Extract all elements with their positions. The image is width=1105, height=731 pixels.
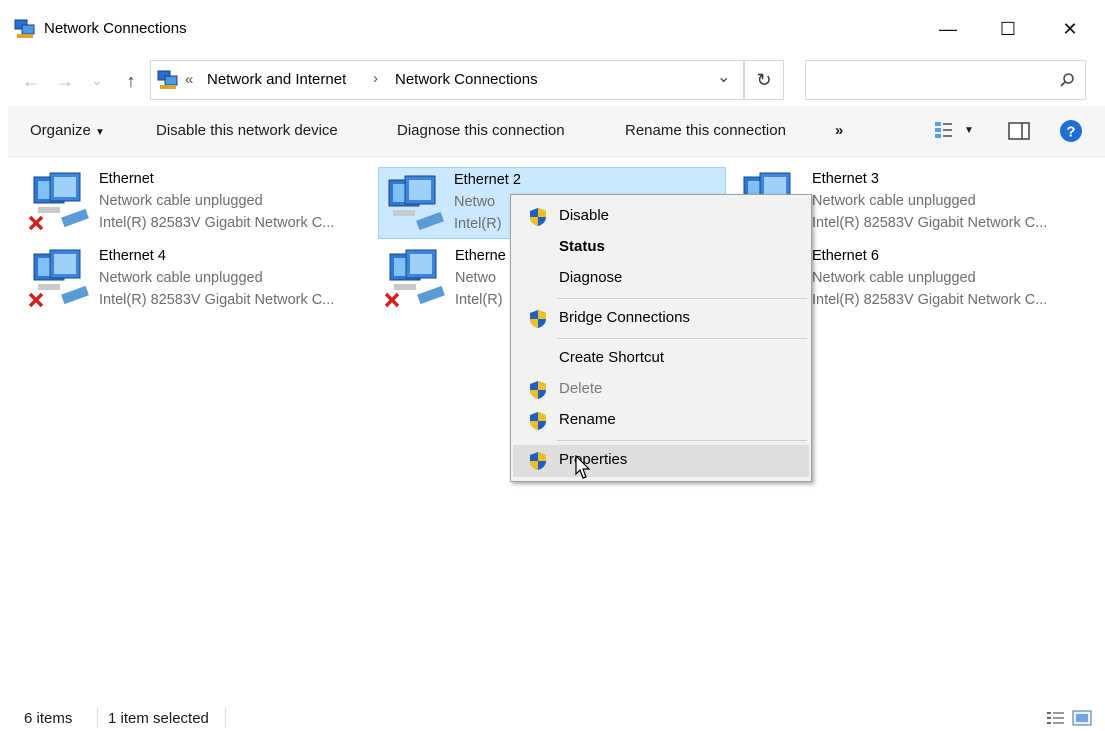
connection-name: Ethernet 4 — [99, 248, 166, 264]
menu-item-label: Delete — [559, 380, 603, 397]
error-x-icon — [384, 292, 400, 308]
connection-name: Ethernet 2 — [454, 172, 521, 188]
refresh-button[interactable]: ↻ — [744, 60, 784, 100]
search-box[interactable] — [805, 60, 1086, 100]
menu-item-rename[interactable]: Rename — [513, 405, 809, 435]
close-button[interactable]: ✕ — [1050, 12, 1090, 46]
menu-item-delete[interactable]: Delete — [513, 374, 809, 404]
connection-name: Etherne — [455, 248, 506, 264]
connection-name: Ethernet 6 — [812, 248, 879, 264]
menu-item-diagnose[interactable]: Diagnose — [513, 263, 809, 293]
error-x-icon — [28, 215, 44, 231]
forward-button[interactable]: → — [54, 68, 76, 94]
view-options-dropdown-icon[interactable]: ▼ — [964, 125, 974, 136]
error-x-icon — [28, 292, 44, 308]
context-menu: Disable Status Diagnose Bridge Connectio… — [510, 194, 812, 482]
svg-text:?: ? — [1066, 124, 1075, 141]
menu-item-label: Status — [559, 238, 605, 255]
connection-status: Network cable unplugged — [812, 193, 976, 209]
uac-shield-icon — [530, 310, 546, 328]
organize-label: Organize — [30, 122, 91, 139]
menu-item-label: Create Shortcut — [559, 349, 665, 366]
address-row: ← → ⌄ ↑ « Network and Internet › Network… — [8, 58, 1105, 104]
window-title: Network Connections — [44, 20, 187, 37]
breadcrumb-network-connections[interactable]: Network Connections — [395, 71, 538, 88]
network-connections-window: Network Connections — ☐ ✕ ← → ⌄ ↑ « Netw… — [8, 0, 1105, 731]
address-dropdown-icon[interactable]: ⌄ — [717, 67, 730, 87]
selection-count: 1 item selected — [108, 710, 209, 727]
control-panel-icon — [157, 70, 178, 89]
menu-separator — [557, 338, 807, 339]
connection-adapter: Intel(R) 82583V Gigabit Network C... — [812, 292, 1048, 308]
minimize-button[interactable]: — — [928, 12, 968, 46]
breadcrumb-separator-icon[interactable]: › — [373, 70, 378, 87]
connection-name: Ethernet 3 — [812, 171, 879, 187]
uac-shield-icon — [530, 452, 546, 470]
breadcrumb-network-and-internet[interactable]: Network and Internet — [207, 71, 346, 88]
connection-status: Network cable unplugged — [99, 193, 263, 209]
menu-item-label: Diagnose — [559, 269, 623, 286]
command-bar: Organize ▼ Disable this network device D… — [8, 106, 1105, 157]
disable-device-button[interactable]: Disable this network device — [156, 122, 338, 139]
diagnose-connection-button[interactable]: Diagnose this connection — [397, 122, 565, 139]
uac-shield-icon — [530, 412, 546, 430]
uac-shield-icon — [530, 381, 546, 399]
menu-item-bridge-connections[interactable]: Bridge Connections — [513, 303, 809, 333]
large-icons-view-icon[interactable] — [1072, 710, 1092, 726]
address-bar[interactable]: « Network and Internet › Network Connect… — [150, 60, 744, 100]
connection-adapter: Intel(R) — [454, 216, 502, 232]
connection-ethernet[interactable]: Ethernet Network cable unplugged Intel(R… — [24, 165, 370, 237]
search-input[interactable] — [810, 67, 1044, 93]
organize-dropdown-icon: ▼ — [95, 127, 105, 138]
connection-ethernet-4[interactable]: Ethernet 4 Network cable unplugged Intel… — [24, 242, 370, 314]
connection-ethernet-5[interactable]: Etherne Netwo Intel(R) — [380, 242, 510, 314]
menu-separator — [557, 298, 807, 299]
change-view-icon[interactable] — [934, 120, 954, 140]
uac-shield-icon — [530, 208, 546, 226]
maximize-button[interactable]: ☐ — [988, 12, 1028, 46]
menu-separator — [557, 440, 807, 441]
mouse-pointer-icon — [575, 455, 591, 479]
connection-status: Netwo — [454, 194, 496, 210]
connection-adapter: Intel(R) 82583V Gigabit Network C... — [812, 215, 1048, 231]
item-count: 6 items — [24, 710, 73, 727]
menu-item-label: Properties — [559, 451, 628, 468]
breadcrumb-overflow[interactable]: « — [185, 71, 193, 88]
menu-item-label: Disable — [559, 207, 610, 224]
details-view-icon[interactable] — [1046, 710, 1066, 726]
connection-status: Network cable unplugged — [99, 270, 263, 286]
network-connections-app-icon — [14, 19, 35, 38]
menu-item-properties[interactable]: Properties — [513, 445, 809, 477]
menu-item-status[interactable]: Status — [513, 232, 809, 262]
status-bar: 6 items 1 item selected — [8, 700, 1105, 731]
recent-locations-button[interactable]: ⌄ — [86, 68, 108, 94]
up-button[interactable]: ↑ — [120, 68, 142, 94]
preview-pane-icon[interactable] — [1008, 122, 1030, 140]
network-adapter-icon — [388, 175, 444, 231]
status-divider — [225, 708, 226, 728]
connection-adapter: Intel(R) 82583V Gigabit Network C... — [99, 215, 335, 231]
menu-item-label: Rename — [559, 411, 616, 428]
more-commands-button[interactable]: » — [835, 122, 843, 139]
status-divider — [97, 708, 98, 728]
connection-adapter: Intel(R) 82583V Gigabit Network C... — [99, 292, 335, 308]
connection-name: Ethernet — [99, 171, 154, 187]
rename-connection-button[interactable]: Rename this connection — [625, 122, 786, 139]
connection-adapter: Intel(R) — [455, 292, 503, 308]
connection-status: Netwo — [455, 270, 497, 286]
organize-button[interactable]: Organize ▼ — [30, 122, 105, 139]
menu-item-disable[interactable]: Disable — [513, 201, 809, 231]
menu-item-label: Bridge Connections — [559, 309, 690, 326]
help-icon[interactable]: ? — [1059, 119, 1083, 143]
connection-status: Network cable unplugged — [812, 270, 976, 286]
title-bar[interactable]: Network Connections — ☐ ✕ — [8, 0, 1105, 58]
back-button[interactable]: ← — [20, 68, 42, 94]
menu-item-create-shortcut[interactable]: Create Shortcut — [513, 343, 809, 373]
search-icon[interactable] — [1059, 72, 1075, 88]
